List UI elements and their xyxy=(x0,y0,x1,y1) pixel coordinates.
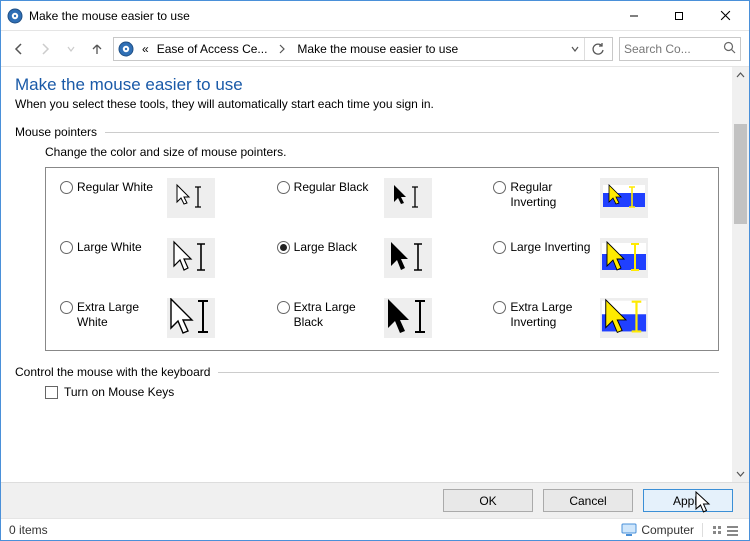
content-scroll: Make the mouse easier to use When you se… xyxy=(1,67,731,482)
option-xl-inverting[interactable]: Extra Large Inverting xyxy=(493,298,704,338)
cursor-preview xyxy=(600,298,648,338)
address-bar[interactable]: « Ease of Access Ce... Make the mouse ea… xyxy=(113,37,613,61)
radio-icon xyxy=(277,181,290,194)
scroll-down-icon[interactable] xyxy=(732,465,749,482)
view-icons[interactable] xyxy=(711,524,741,536)
option-large-white[interactable]: Large White xyxy=(60,238,271,278)
radio-icon xyxy=(277,241,290,254)
pointer-options-box: Regular White Regular Black xyxy=(45,167,719,351)
radio-icon xyxy=(493,181,506,194)
group-label: Mouse pointers xyxy=(15,125,97,139)
titlebar: Make the mouse easier to use xyxy=(1,1,749,31)
option-large-black[interactable]: Large Black xyxy=(277,238,488,278)
option-regular-inverting[interactable]: Regular Inverting xyxy=(493,178,704,218)
option-label: Large White xyxy=(77,238,163,255)
page-title: Make the mouse easier to use xyxy=(15,75,719,95)
content-area: Make the mouse easier to use When you se… xyxy=(1,67,749,482)
cursor-preview xyxy=(600,178,648,218)
radio-icon xyxy=(60,241,73,254)
search-icon xyxy=(723,41,736,57)
option-label: Large Black xyxy=(294,238,380,255)
group-mouse-pointers: Mouse pointers xyxy=(15,125,719,139)
up-button[interactable] xyxy=(87,39,107,59)
status-bar: 0 items Computer xyxy=(1,518,749,540)
group-keyboard: Control the mouse with the keyboard xyxy=(15,365,719,379)
breadcrumb-prefix: « xyxy=(140,42,151,56)
window-title: Make the mouse easier to use xyxy=(29,9,611,23)
option-regular-white[interactable]: Regular White xyxy=(60,178,271,218)
page-subtitle: When you select these tools, they will a… xyxy=(15,97,719,111)
cursor-preview xyxy=(167,238,215,278)
refresh-button[interactable] xyxy=(584,38,610,60)
option-label: Regular Inverting xyxy=(510,178,596,210)
apply-button[interactable]: Apply xyxy=(643,489,733,512)
vertical-scrollbar[interactable] xyxy=(732,67,749,482)
radio-icon xyxy=(493,301,506,314)
option-label: Regular White xyxy=(77,178,163,195)
computer-icon xyxy=(621,523,637,537)
address-icon xyxy=(118,41,134,57)
status-computer: Computer xyxy=(641,523,694,537)
option-large-inverting[interactable]: Large Inverting xyxy=(493,238,704,278)
radio-icon xyxy=(493,241,506,254)
address-dropdown[interactable] xyxy=(566,44,584,54)
cursor-preview xyxy=(167,178,215,218)
divider xyxy=(105,132,719,133)
breadcrumb-item[interactable]: Make the mouse easier to use xyxy=(295,42,460,56)
scroll-track[interactable] xyxy=(732,84,749,465)
button-bar: OK Cancel Apply xyxy=(1,482,749,518)
radio-icon xyxy=(277,301,290,314)
checkbox-icon xyxy=(45,386,58,399)
option-xl-white[interactable]: Extra Large White xyxy=(60,298,271,338)
close-button[interactable] xyxy=(701,1,749,30)
cursor-preview xyxy=(384,298,432,338)
option-mouse-keys[interactable]: Turn on Mouse Keys xyxy=(45,385,719,399)
minimize-button[interactable] xyxy=(611,1,656,30)
cursor-preview xyxy=(600,238,648,278)
radio-icon xyxy=(60,301,73,314)
navbar: « Ease of Access Ce... Make the mouse ea… xyxy=(1,31,749,67)
window-buttons xyxy=(611,1,749,30)
option-label: Large Inverting xyxy=(510,238,596,255)
option-label: Regular Black xyxy=(294,178,380,195)
group-label: Control the mouse with the keyboard xyxy=(15,365,210,379)
option-xl-black[interactable]: Extra Large Black xyxy=(277,298,488,338)
search-placeholder: Search Co... xyxy=(624,42,691,56)
scroll-thumb[interactable] xyxy=(734,124,747,224)
option-label: Extra Large White xyxy=(77,298,163,330)
checkbox-label: Turn on Mouse Keys xyxy=(64,385,174,399)
app-icon xyxy=(7,8,23,24)
scroll-up-icon[interactable] xyxy=(732,67,749,84)
forward-button[interactable] xyxy=(35,39,55,59)
breadcrumb-item[interactable]: Ease of Access Ce... xyxy=(155,42,270,56)
search-input[interactable]: Search Co... xyxy=(619,37,741,61)
option-regular-black[interactable]: Regular Black xyxy=(277,178,488,218)
maximize-button[interactable] xyxy=(656,1,701,30)
chevron-right-icon[interactable] xyxy=(273,44,291,54)
cursor-preview xyxy=(384,178,432,218)
option-label: Extra Large Inverting xyxy=(510,298,596,330)
recent-dropdown[interactable] xyxy=(61,39,81,59)
group-description: Change the color and size of mouse point… xyxy=(45,145,719,159)
radio-icon xyxy=(60,181,73,194)
status-items: 0 items xyxy=(9,523,48,537)
back-button[interactable] xyxy=(9,39,29,59)
cursor-preview xyxy=(384,238,432,278)
option-label: Extra Large Black xyxy=(294,298,380,330)
divider xyxy=(218,372,719,373)
ok-button[interactable]: OK xyxy=(443,489,533,512)
cursor-preview xyxy=(167,298,215,338)
cancel-button[interactable]: Cancel xyxy=(543,489,633,512)
